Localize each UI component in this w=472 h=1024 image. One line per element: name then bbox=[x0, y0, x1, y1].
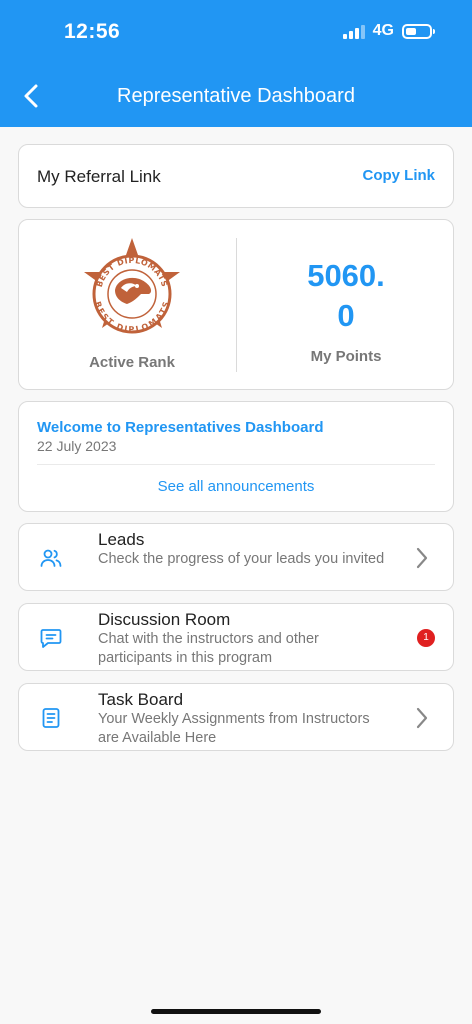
announcement-title[interactable]: Welcome to Representatives Dashboard bbox=[37, 419, 323, 436]
battery-icon bbox=[402, 23, 435, 39]
chat-icon bbox=[40, 629, 62, 648]
signal-icon bbox=[342, 24, 365, 39]
chevron-right-icon bbox=[416, 707, 428, 729]
users-icon bbox=[40, 549, 62, 567]
chevron-right-icon bbox=[416, 547, 428, 569]
app-header: 12:56 4G Representative Dashboard bbox=[0, 0, 472, 127]
copy-link-button[interactable]: Copy Link bbox=[362, 167, 435, 184]
referral-label: My Referral Link bbox=[37, 167, 161, 186]
home-indicator[interactable] bbox=[151, 1009, 321, 1014]
network-type: 4G bbox=[372, 22, 394, 39]
stats-card: BEST DIPLOMATS BEST DIPLOMATS Active Ran… bbox=[18, 219, 454, 390]
menu-item-description: Chat with the instructors and other part… bbox=[98, 631, 319, 666]
announcement-card: Welcome to Representatives Dashboard 22 … bbox=[18, 401, 454, 512]
points-value-line2: 0 bbox=[337, 298, 355, 333]
menu-item-title: Discussion Room bbox=[98, 610, 231, 629]
points-value: 5060. 0 bbox=[237, 256, 455, 336]
menu-item-description: Your Weekly Assignments from Instructors… bbox=[98, 711, 370, 746]
menu-item-description: Check the progress of your leads you inv… bbox=[98, 551, 385, 567]
notification-badge: 1 bbox=[417, 629, 435, 647]
rank-emblem-icon: BEST DIPLOMATS BEST DIPLOMATS bbox=[84, 238, 180, 334]
rank-label: Active Rank bbox=[89, 354, 175, 371]
document-icon bbox=[42, 708, 60, 728]
menu-item-leads[interactable]: Leads Check the progress of your leads y… bbox=[18, 523, 454, 591]
menu-item-title: Task Board bbox=[98, 690, 184, 709]
status-indicators: 4G bbox=[342, 22, 435, 40]
page-title: Representative Dashboard bbox=[117, 85, 355, 107]
points-value-line1: 5060. bbox=[307, 258, 385, 293]
menu-item-title: Leads bbox=[98, 530, 145, 549]
menu-item-task-board[interactable]: Task Board Your Weekly Assignments from … bbox=[18, 683, 454, 751]
see-all-announcements-link[interactable]: See all announcements bbox=[19, 478, 453, 495]
menu-item-discussion-room[interactable]: Discussion Room Chat with the instructor… bbox=[18, 603, 454, 671]
announcement-date: 22 July 2023 bbox=[37, 438, 117, 454]
announcement-divider bbox=[37, 464, 435, 465]
referral-card: My Referral Link Copy Link bbox=[18, 144, 454, 208]
status-time: 12:56 bbox=[64, 20, 121, 43]
points-label: My Points bbox=[310, 348, 382, 365]
